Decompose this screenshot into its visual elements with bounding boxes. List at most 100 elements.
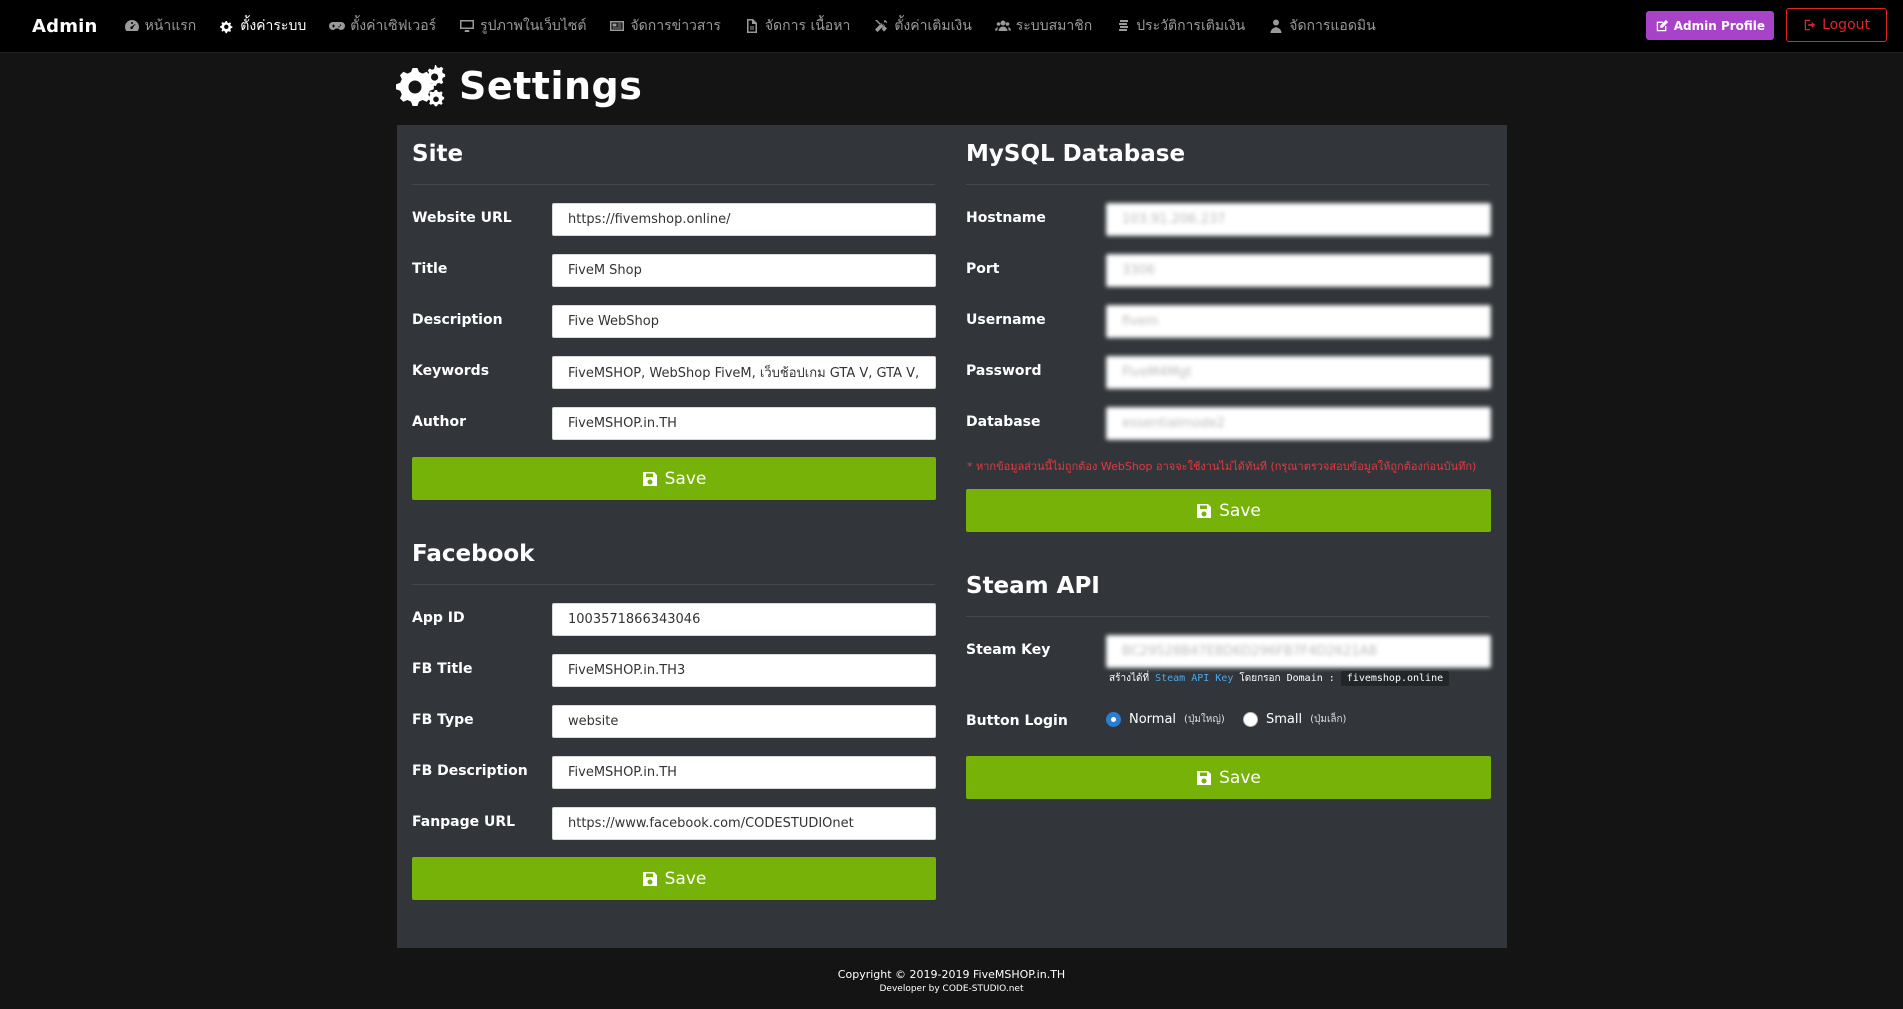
floppy-disk-icon [1197,503,1212,518]
floppy-disk-icon [642,471,657,486]
sign-out-icon [1804,19,1816,31]
save-label: Save [1219,767,1261,788]
title-label: Title [412,261,448,277]
nav-item-website-images[interactable]: รูปภาพในเว็บไซต์ [459,15,586,37]
nav-item-topup-history[interactable]: ประวัติการเติมเงิน [1115,15,1245,37]
description-input[interactable] [552,305,936,338]
hint-prefix: สร้างได้ที่ [1109,673,1150,684]
mysql-section-title: MySQL Database [966,141,1186,167]
save-label: Save [1219,500,1261,521]
hint-mid: โดยกรอก Domain : [1239,673,1335,684]
logout-button[interactable]: Logout [1786,8,1887,42]
top-navbar: Admin หน้าแรก ตั้งค่าระบบ ตั้งค่าเซิฟเวอ… [0,0,1903,53]
mysql-save-button[interactable]: Save [966,489,1491,532]
cogs-icon [220,21,233,34]
floppy-disk-icon [642,871,657,886]
steam-key-label: Steam Key [966,642,1051,658]
save-label: Save [664,868,707,889]
fb-description-label: FB Description [412,763,528,779]
password-input[interactable] [1106,356,1491,389]
app-id-input[interactable] [552,603,936,636]
fb-type-label: FB Type [412,712,474,728]
site-divider [412,184,935,185]
nav-item-news[interactable]: จัดการข่าวสาร [609,15,721,37]
radio-normal[interactable]: Normal (ปุ่มใหญ่) [1106,712,1225,727]
steam-save-button[interactable]: Save [966,756,1491,799]
developer-text: Developer by CODE-STUDIO.net [879,984,1024,994]
author-input[interactable] [552,407,936,440]
database-label: Database [966,414,1041,430]
nav-item-admins[interactable]: จัดการแอดมิน [1268,15,1376,37]
nav-item-home[interactable]: หน้าแรก [124,15,197,37]
nav-item-label: รูปภาพในเว็บไซต์ [480,18,587,34]
steam-section-title: Steam API [966,573,1100,599]
keywords-label: Keywords [412,363,490,379]
nav-item-label: ตั้งค่าเซิฟเวอร์ [350,18,437,34]
fb-title-input[interactable] [552,654,936,687]
steam-key-input[interactable] [1106,635,1491,668]
radio-small-sub: (ปุ่มเล็ก) [1310,714,1347,725]
fanpage-url-label: Fanpage URL [412,814,516,830]
facebook-save-button[interactable]: Save [412,857,936,900]
radio-small-control[interactable] [1243,712,1258,727]
admin-profile-button[interactable]: Admin Profile [1645,11,1775,40]
nav-item-members[interactable]: ระบบสมาชิก [994,15,1093,37]
users-icon [994,20,1011,31]
username-input[interactable] [1106,305,1491,338]
app-id-label: App ID [412,610,465,626]
brand-logo[interactable]: Admin [32,16,98,37]
radio-normal-sub: (ปุ่มใหญ่) [1184,714,1225,725]
mysql-divider [966,184,1489,185]
keywords-input[interactable] [552,356,936,389]
username-label: Username [966,312,1046,328]
nav-item-content[interactable]: จัดการ เนื้อหา [744,15,850,37]
file-icon [746,19,757,33]
monitor-icon [460,20,475,32]
mysql-warning-text: * หากข้อมูลส่วนนี้ไม่ถูกต้อง WebShop อาจ… [967,460,1477,473]
nav-item-server-settings[interactable]: ตั้งค่าเซิฟเวอร์ [329,15,436,37]
radio-small-label: Small [1266,712,1303,727]
site-section-title: Site [412,141,464,167]
steam-key-hint: สร้างได้ที่ Steam API Key โดยกรอก Domain… [1109,671,1450,686]
nav-item-label: จัดการแอดมิน [1289,18,1376,34]
radio-normal-control[interactable] [1106,712,1121,727]
settings-panel: Site Website URL Title Description Keywo… [397,125,1507,948]
title-input[interactable] [552,254,936,287]
floppy-disk-icon [1197,770,1212,785]
dashboard-icon [124,20,139,31]
nav-item-label: ระบบสมาชิก [1015,18,1093,34]
gamepad-icon [329,22,346,30]
website-url-label: Website URL [412,210,512,226]
newspaper-icon [610,21,625,31]
fb-description-input[interactable] [552,756,936,789]
nav-item-label: จัดการ เนื้อหา [764,18,851,34]
footer: Copyright © 2019-2019 FiveMSHOP.in.TH De… [0,968,1903,994]
port-input[interactable] [1106,254,1491,287]
button-login-label: Button Login [966,713,1068,729]
site-save-button[interactable]: Save [412,457,936,500]
cogs-icon [396,65,446,107]
nav-item-label: จัดการข่าวสาร [630,18,721,34]
nav-item-label: ประวัติการเติมเงิน [1136,18,1246,34]
hostname-input[interactable] [1106,203,1491,236]
admin-profile-label: Admin Profile [1673,18,1766,33]
steam-api-key-link[interactable]: Steam API Key [1155,673,1233,684]
author-label: Author [412,414,466,430]
website-url-input[interactable] [552,203,936,236]
hostname-label: Hostname [966,210,1046,226]
nav-item-label: ตั้งค่าระบบ [240,18,307,34]
description-label: Description [412,312,503,328]
nav-item-topup-settings[interactable]: ตั้งค่าเติมเงิน [873,15,972,37]
radio-small[interactable]: Small (ปุ่มเล็ก) [1243,712,1346,727]
page-title: Settings [395,62,642,110]
domain-code: fivemshop.online [1340,671,1450,686]
facebook-divider [412,584,935,585]
fb-type-input[interactable] [552,705,936,738]
nav-item-system-settings[interactable]: ตั้งค่าระบบ [219,15,306,37]
save-label: Save [664,468,707,489]
tools-icon [875,20,888,32]
fanpage-url-input[interactable] [552,807,936,840]
facebook-section-title: Facebook [412,541,535,567]
database-input[interactable] [1106,407,1491,440]
nav-item-label: หน้าแรก [144,18,197,34]
